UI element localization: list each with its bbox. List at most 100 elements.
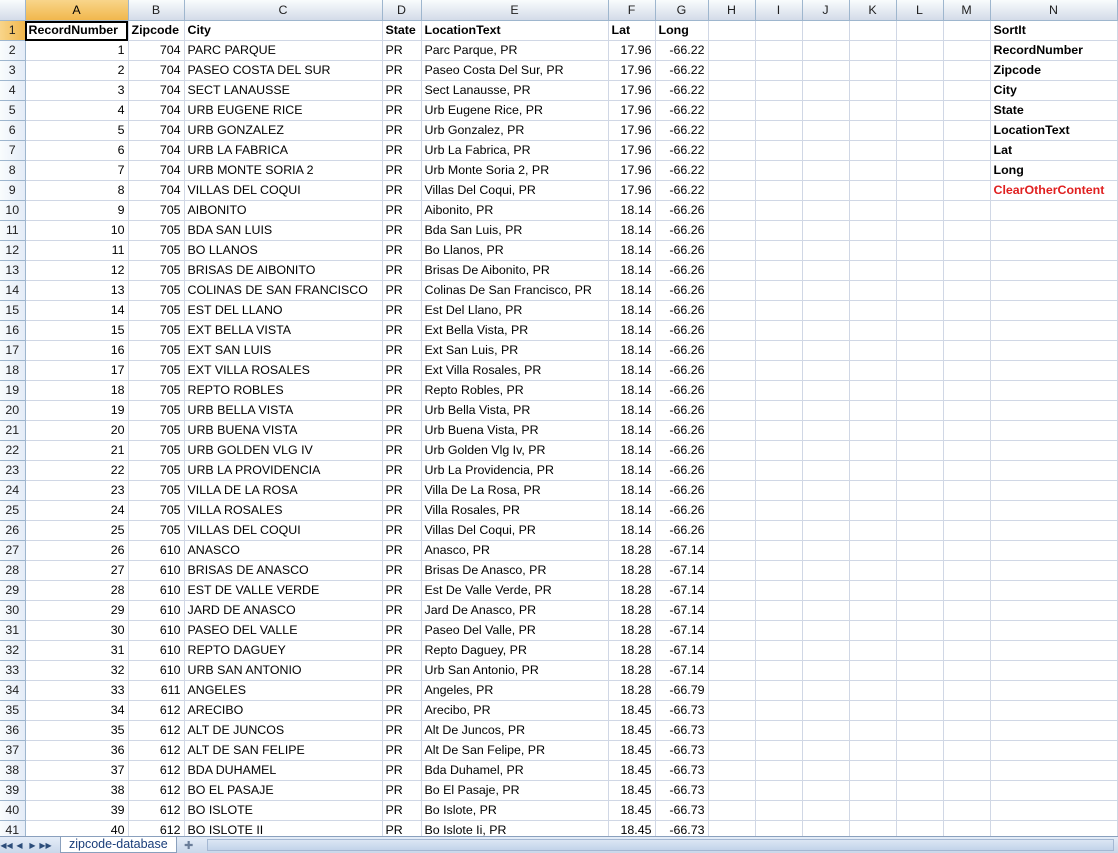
- empty-cell[interactable]: [849, 380, 897, 401]
- empty-cell[interactable]: [708, 700, 756, 721]
- side-list-cell[interactable]: ClearOtherContent: [990, 180, 1118, 201]
- cell-zipcode[interactable]: 610: [128, 560, 185, 581]
- cell-long[interactable]: -66.26: [655, 200, 709, 221]
- cell-zipcode[interactable]: 612: [128, 780, 185, 801]
- cell-zipcode[interactable]: 705: [128, 240, 185, 261]
- empty-cell[interactable]: [849, 180, 897, 201]
- cell-lat[interactable]: 18.14: [608, 320, 656, 341]
- side-list-cell[interactable]: SortIt: [990, 20, 1118, 41]
- row-header[interactable]: 10: [0, 200, 26, 221]
- empty-cell[interactable]: [943, 580, 991, 601]
- cell-city[interactable]: URB LA PROVIDENCIA: [184, 460, 383, 481]
- cell-state[interactable]: PR: [382, 680, 422, 701]
- row-header[interactable]: 37: [0, 740, 26, 761]
- cell-location-text[interactable]: Angeles, PR: [421, 680, 609, 701]
- sheet-tab-zipcode-database[interactable]: zipcode-database: [60, 837, 177, 853]
- side-list-cell[interactable]: [990, 200, 1118, 221]
- cell-long[interactable]: -67.14: [655, 580, 709, 601]
- empty-cell[interactable]: [802, 200, 850, 221]
- cell-long[interactable]: -67.14: [655, 600, 709, 621]
- empty-cell[interactable]: [943, 200, 991, 221]
- cell-state[interactable]: PR: [382, 80, 422, 101]
- cell-lat[interactable]: 18.28: [608, 680, 656, 701]
- empty-cell[interactable]: [849, 100, 897, 121]
- row-header[interactable]: 8: [0, 160, 26, 181]
- empty-cell[interactable]: [708, 240, 756, 261]
- empty-cell[interactable]: [896, 20, 944, 41]
- side-list-cell[interactable]: [990, 680, 1118, 701]
- empty-cell[interactable]: [849, 760, 897, 781]
- column-header-i[interactable]: I: [755, 0, 803, 21]
- cell-location-text[interactable]: Anasco, PR: [421, 540, 609, 561]
- cell-lat[interactable]: 17.96: [608, 40, 656, 61]
- empty-cell[interactable]: [802, 340, 850, 361]
- side-list-cell[interactable]: [990, 420, 1118, 441]
- cell-location-text[interactable]: Est De Valle Verde, PR: [421, 580, 609, 601]
- cell-zipcode[interactable]: 610: [128, 640, 185, 661]
- empty-cell[interactable]: [849, 780, 897, 801]
- empty-cell[interactable]: [708, 380, 756, 401]
- empty-cell[interactable]: [896, 280, 944, 301]
- cell-record-number[interactable]: 33: [25, 680, 129, 701]
- row-header[interactable]: 40: [0, 800, 26, 821]
- cell-city[interactable]: EXT VILLA ROSALES: [184, 360, 383, 381]
- empty-cell[interactable]: [802, 140, 850, 161]
- cell-record-number[interactable]: 20: [25, 420, 129, 441]
- cell-location-text[interactable]: Urb Bella Vista, PR: [421, 400, 609, 421]
- side-list-cell[interactable]: [990, 660, 1118, 681]
- cell-long[interactable]: -66.26: [655, 280, 709, 301]
- empty-cell[interactable]: [708, 160, 756, 181]
- insert-sheet-icon[interactable]: ✚: [177, 837, 201, 853]
- empty-cell[interactable]: [849, 740, 897, 761]
- cell-city[interactable]: VILLAS DEL COQUI: [184, 180, 383, 201]
- empty-cell[interactable]: [943, 540, 991, 561]
- empty-cell[interactable]: [708, 20, 756, 41]
- side-list-cell[interactable]: State: [990, 100, 1118, 121]
- empty-cell[interactable]: [849, 800, 897, 821]
- row-header[interactable]: 18: [0, 360, 26, 381]
- cell-long[interactable]: -66.22: [655, 100, 709, 121]
- row-header[interactable]: 36: [0, 720, 26, 741]
- cell-record-number[interactable]: 7: [25, 160, 129, 181]
- row-header[interactable]: 27: [0, 540, 26, 561]
- cell-zipcode[interactable]: 704: [128, 160, 185, 181]
- column-header-g[interactable]: G: [655, 0, 709, 21]
- cell-state[interactable]: PR: [382, 820, 422, 836]
- cell-record-number[interactable]: 8: [25, 180, 129, 201]
- empty-cell[interactable]: [755, 560, 803, 581]
- cell-state[interactable]: PR: [382, 480, 422, 501]
- cell-city[interactable]: SECT LANAUSSE: [184, 80, 383, 101]
- cell-location-text[interactable]: Bo Llanos, PR: [421, 240, 609, 261]
- cell-record-number[interactable]: RecordNumber: [25, 20, 129, 41]
- cell-city[interactable]: REPTO ROBLES: [184, 380, 383, 401]
- row-header[interactable]: 5: [0, 100, 26, 121]
- cell-location-text[interactable]: Alt De San Felipe, PR: [421, 740, 609, 761]
- empty-cell[interactable]: [802, 500, 850, 521]
- empty-cell[interactable]: [708, 120, 756, 141]
- cell-record-number[interactable]: 35: [25, 720, 129, 741]
- cell-city[interactable]: ANASCO: [184, 540, 383, 561]
- cell-city[interactable]: ALT DE SAN FELIPE: [184, 740, 383, 761]
- cell-city[interactable]: URB LA FABRICA: [184, 140, 383, 161]
- cell-state[interactable]: PR: [382, 540, 422, 561]
- cell-city[interactable]: JARD DE ANASCO: [184, 600, 383, 621]
- cell-record-number[interactable]: 13: [25, 280, 129, 301]
- cell-lat[interactable]: 18.28: [608, 600, 656, 621]
- cell-lat[interactable]: 18.14: [608, 260, 656, 281]
- side-list-cell[interactable]: [990, 440, 1118, 461]
- cell-state[interactable]: PR: [382, 260, 422, 281]
- side-list-cell[interactable]: [990, 820, 1118, 836]
- empty-cell[interactable]: [896, 380, 944, 401]
- empty-cell[interactable]: [896, 700, 944, 721]
- empty-cell[interactable]: [802, 680, 850, 701]
- empty-cell[interactable]: [755, 420, 803, 441]
- empty-cell[interactable]: [849, 200, 897, 221]
- row-header[interactable]: 31: [0, 620, 26, 641]
- empty-cell[interactable]: [708, 500, 756, 521]
- empty-cell[interactable]: [802, 80, 850, 101]
- empty-cell[interactable]: [849, 320, 897, 341]
- column-header-a[interactable]: A: [25, 0, 129, 21]
- empty-cell[interactable]: [802, 540, 850, 561]
- side-list-cell[interactable]: [990, 560, 1118, 581]
- row-header[interactable]: 22: [0, 440, 26, 461]
